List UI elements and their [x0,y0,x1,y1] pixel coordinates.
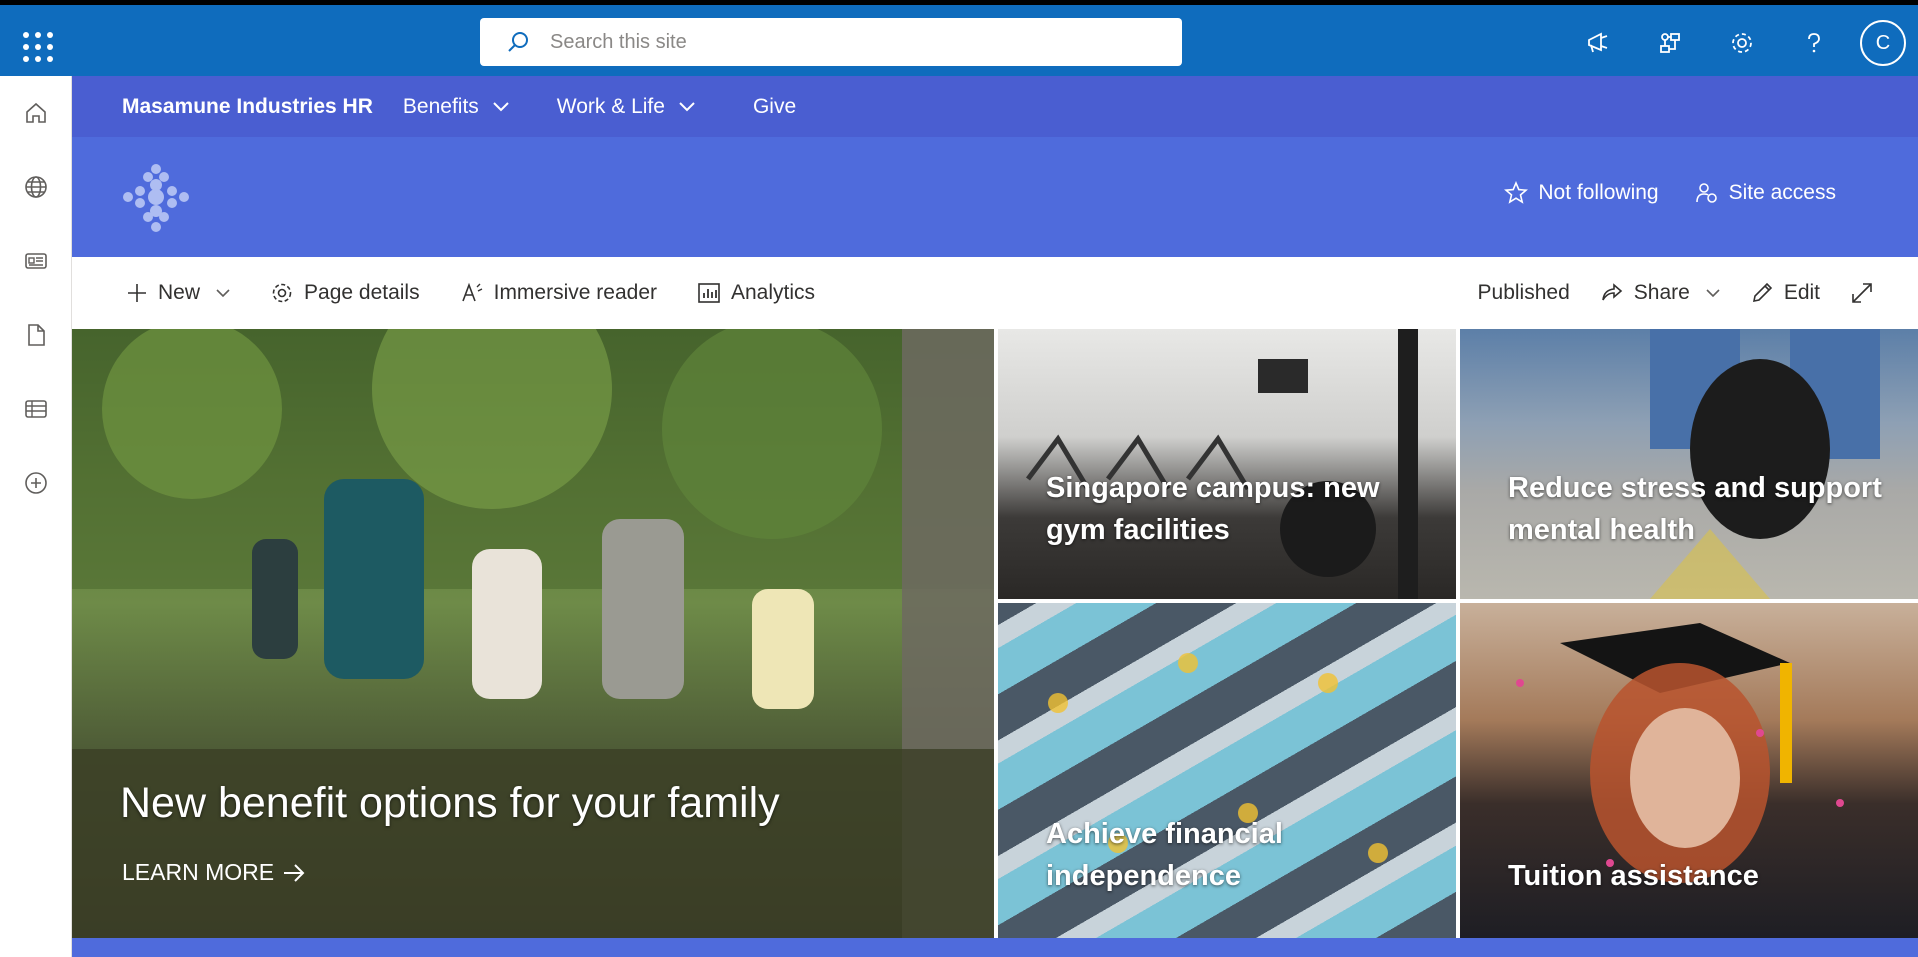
immersive-reader-button[interactable]: Immersive reader [460,281,657,305]
hero-web-part: New benefit options for your family LEAR… [72,329,1918,938]
pencil-icon [1752,282,1772,303]
avatar[interactable]: C [1860,20,1906,66]
chevron-down-icon [216,288,230,297]
share-button[interactable]: Share [1600,281,1720,305]
chevron-down-icon [493,101,509,111]
tile-title: Achieve financial independence [1046,818,1283,892]
page-details-button[interactable]: Page details [270,281,420,305]
search-icon [508,32,528,52]
star-icon [1504,181,1529,204]
published-status: Published [1478,281,1570,305]
chevron-down-icon [679,101,695,111]
gear-icon [272,283,292,303]
follow-button[interactable]: Not following [1504,181,1659,205]
tile-title: Singapore campus: new gym facilities [1046,472,1380,546]
learn-more-link[interactable]: LEARN MORE [122,859,306,886]
nav-item-benefits[interactable]: Benefits [403,95,509,119]
search-box[interactable] [480,18,1182,66]
people-settings-icon [1695,183,1717,203]
section-divider [72,938,1918,957]
site-access-label: Site access [1728,181,1836,204]
tile-title: Reduce stress and support mental health [1508,472,1882,546]
expand-button[interactable] [1850,281,1874,305]
left-rail [0,76,72,957]
gym-photo [1026,329,1418,599]
family-photo [72,329,994,938]
analytics-label: Analytics [731,281,816,304]
chevron-down-icon [1706,288,1720,297]
help-icon[interactable] [1778,18,1850,68]
analytics-button[interactable]: Analytics [697,281,815,305]
hero-tile-main[interactable]: New benefit options for your family LEAR… [72,329,994,938]
app-launcher-icon[interactable] [18,27,53,62]
nav-item-give[interactable]: Give [753,95,796,119]
new-button[interactable]: New [126,281,230,305]
hero-main-title: New benefit options for your family [120,779,780,827]
immersive-reader-icon [461,282,482,302]
site-logo[interactable] [118,159,194,235]
network-icon[interactable] [1634,18,1706,68]
arrow-right-icon [284,863,305,882]
hub-title[interactable]: Masamune Industries HR [122,95,373,119]
gear-icon[interactable] [1706,18,1778,68]
edit-label: Edit [1783,281,1820,304]
news-icon[interactable] [0,224,72,298]
dog-walk-photo [1650,329,1880,599]
add-circle-icon[interactable] [0,446,72,520]
document-icon[interactable] [0,298,72,372]
site-access-button[interactable]: Site access [1695,181,1836,205]
hero-tile-stress[interactable]: Reduce stress and support mental health [1460,329,1918,599]
expand-icon [1852,283,1872,303]
new-label: New [158,281,201,304]
immersive-reader-label: Immersive reader [493,281,657,304]
nav-item-label: Give [752,94,797,118]
search-input[interactable] [550,30,1150,54]
page-details-label: Page details [304,281,420,304]
suite-bar: C [0,0,1918,76]
nav-item-label: Work & Life [556,94,665,118]
command-bar: New Page details Immersive reader Analyt… [72,257,1918,329]
list-icon[interactable] [0,372,72,446]
hero-tile-gym[interactable]: Singapore campus: new gym facilities [998,329,1456,599]
learn-more-label: LEARN MORE [122,859,275,885]
share-icon [1601,283,1622,301]
edit-button[interactable]: Edit [1750,281,1820,305]
site-header: Not following Site access [72,137,1918,257]
share-label: Share [1633,281,1690,304]
analytics-icon [698,283,720,303]
megaphone-icon[interactable] [1562,18,1634,68]
tile-title: Tuition assistance [1508,860,1759,892]
plus-icon [128,284,146,302]
hero-tile-tuition[interactable]: Tuition assistance [1460,603,1918,938]
follow-label: Not following [1538,181,1659,204]
globe-icon[interactable] [0,150,72,224]
home-icon[interactable] [0,76,72,150]
nav-item-label: Benefits [402,94,479,118]
published-label: Published [1477,281,1570,304]
hub-navigation: Masamune Industries HR Benefits Work & L… [72,76,1918,137]
hero-tile-finance[interactable]: Achieve financial independence [998,603,1456,938]
nav-item-work-life[interactable]: Work & Life [557,95,695,119]
